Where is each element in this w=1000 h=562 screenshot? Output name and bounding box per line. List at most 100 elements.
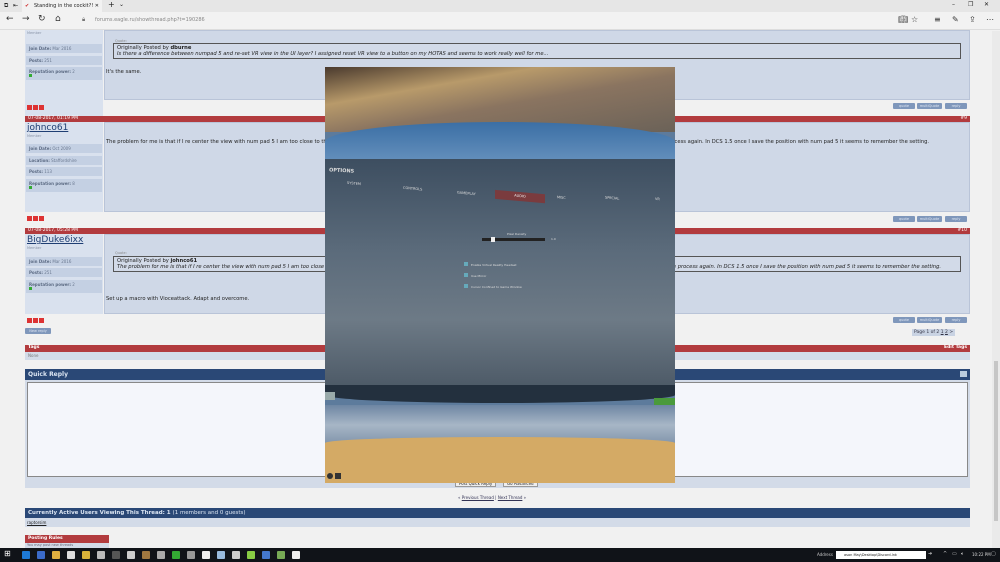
join-date: Join Date: Oct 2009 [26, 144, 102, 153]
tab-controls[interactable]: CONTROLS [403, 186, 422, 192]
favorite-star-icon[interactable]: ☆ [911, 15, 918, 24]
edit-tags-link[interactable]: Edit Tags [944, 345, 967, 351]
minimize-icon[interactable]: – [952, 1, 955, 8]
post-count: Posts: 251 [26, 56, 102, 65]
user-rank: Member [27, 246, 42, 250]
new-reply-button[interactable]: New reply [25, 328, 51, 334]
checkbox-cursor-confined[interactable]: Cursor Confined to Game Window [464, 282, 522, 293]
action-center-icon[interactable]: ▢ [991, 551, 996, 557]
reputation: Reputation power: 8 [26, 179, 102, 192]
scrollbar[interactable] [992, 31, 1000, 548]
vr-mirror-window[interactable]: OPTIONS SYSTEM CONTROLS GAMEPLAY AUDIO M… [325, 67, 675, 483]
reply-button[interactable]: reply [945, 103, 967, 109]
reading-view-icon[interactable]: 📖︎ [898, 15, 908, 24]
collapse-icon[interactable] [960, 371, 967, 377]
options-footer [325, 385, 675, 403]
slider-handle[interactable] [490, 237, 495, 242]
reputation: Reputation power: 2 [26, 280, 102, 293]
refresh-icon[interactable]: ↻ [38, 14, 46, 24]
checkbox-enable-vr[interactable]: Enable Virtual Reality Headset [464, 260, 522, 271]
forward-icon[interactable]: → [22, 14, 30, 24]
multiquote-button[interactable]: multiQuote [917, 103, 942, 109]
hub-icon[interactable]: ≡ [934, 15, 941, 24]
taskbar-app-icon[interactable] [112, 551, 120, 559]
username-link[interactable]: johnco61 [27, 123, 68, 133]
address-toolbar-input[interactable]: ason May\Desktop\Discord.lnk [836, 551, 926, 559]
tray-chevron-icon[interactable]: ^ [943, 551, 947, 557]
more-icon[interactable]: ⋯ [986, 15, 994, 24]
tab-misc[interactable]: MISC [557, 195, 566, 200]
share-icon[interactable]: ⇪ [969, 15, 976, 24]
close-tab-icon[interactable]: ✕ [95, 0, 99, 12]
checkbox-use-mirror[interactable]: Use Mirror [464, 271, 522, 282]
quote-button[interactable]: quote [893, 317, 915, 323]
back-icon[interactable]: ← [6, 14, 14, 24]
taskbar-app-icon[interactable] [142, 551, 150, 559]
page-link[interactable]: 1 [941, 330, 944, 335]
cancel-button[interactable] [325, 392, 335, 400]
new-tab-icon[interactable]: + [108, 0, 115, 9]
reputation: Reputation power: 2 [26, 67, 102, 80]
quote-button[interactable]: quote [893, 216, 915, 222]
tab-bar: ⧉ ⇤ ✔ Standing in the cockit?! ✕ + ⌄ – ❐… [0, 0, 1000, 12]
tab-preview-icon[interactable]: ⧉ [4, 2, 8, 10]
home-icon[interactable]: ⌂ [55, 14, 61, 24]
restore-icon[interactable]: ❐ [968, 1, 973, 8]
taskbar-app-icon[interactable] [202, 551, 210, 559]
address-toolbar-label: Address [817, 552, 833, 557]
pixel-density-slider[interactable] [482, 237, 545, 242]
vr-checkboxes: Enable Virtual Reality Headset Use Mirro… [464, 260, 522, 293]
taskbar-app-icon[interactable] [52, 551, 60, 559]
post-icons[interactable] [27, 216, 45, 223]
page-link[interactable]: 2 [945, 330, 948, 335]
web-note-icon[interactable]: ✎ [952, 15, 959, 24]
taskbar-app-icon[interactable] [97, 551, 105, 559]
previous-thread-link[interactable]: Previous Thread [462, 495, 494, 500]
go-arrow-icon[interactable]: ➜ [928, 551, 932, 557]
active-user-link[interactable]: raptorsim [27, 520, 46, 525]
tab-vr[interactable]: VR [655, 197, 660, 201]
username-link[interactable]: BigDuke6ixx [27, 235, 83, 245]
taskbar-app-icon[interactable] [187, 551, 195, 559]
taskbar: ⊞ Address ason May\Desktop\Discord.lnk ➜… [0, 548, 1000, 562]
next-thread-link[interactable]: Next Thread [498, 495, 523, 500]
set-aside-icon[interactable]: ⇤ [13, 2, 18, 9]
url-input[interactable]: forums.eagle.ru/showthread.php?t=190286 [95, 17, 205, 23]
taskbar-app-icon[interactable] [262, 551, 270, 559]
scrollbar-thumb[interactable] [994, 361, 998, 521]
multiquote-button[interactable]: multiQuote [917, 216, 942, 222]
taskbar-app-icon[interactable] [67, 551, 75, 559]
start-icon[interactable]: ⊞ [4, 549, 11, 558]
reply-button[interactable]: reply [945, 317, 967, 323]
taskbar-app-icon[interactable] [232, 551, 240, 559]
taskbar-app-icon[interactable] [247, 551, 255, 559]
reply-button[interactable]: reply [945, 216, 967, 222]
post-text: Set up a macro with Vioceattack. Adapt a… [106, 296, 250, 302]
join-date: Join Date: Mar 2016 [26, 44, 102, 53]
next-page-link[interactable]: > [949, 330, 953, 335]
taskbar-app-icon[interactable] [37, 551, 45, 559]
info-icon[interactable] [335, 473, 341, 479]
multiquote-button[interactable]: multiQuote [917, 317, 942, 323]
tab-system[interactable]: SYSTEM [347, 181, 361, 186]
taskbar-app-icon[interactable] [172, 551, 180, 559]
settings-icon[interactable] [327, 473, 333, 479]
network-icon[interactable]: ▭ [952, 551, 957, 557]
clock[interactable]: 10:22 PM [972, 552, 991, 557]
post-icons[interactable] [27, 318, 45, 325]
taskbar-app-icon[interactable] [82, 551, 90, 559]
taskbar-app-icon[interactable] [127, 551, 135, 559]
taskbar-app-icon[interactable] [217, 551, 225, 559]
location: Location: Staffordshire [26, 156, 102, 165]
volume-icon[interactable]: 🔈︎ [961, 551, 964, 557]
quote-button[interactable]: quote [893, 103, 915, 109]
post-icons[interactable] [27, 105, 45, 112]
taskbar-app-icon[interactable] [157, 551, 165, 559]
taskbar-app-icon[interactable] [22, 551, 30, 559]
chevron-down-icon[interactable]: ⌄ [119, 1, 124, 8]
tab-gameplay[interactable]: GAMEPLAY [457, 191, 476, 197]
taskbar-app-icon[interactable] [277, 551, 285, 559]
tab-active[interactable]: ✔ Standing in the cockit?! ✕ [22, 0, 102, 12]
close-window-icon[interactable]: ✕ [984, 1, 989, 8]
taskbar-app-icon[interactable] [292, 551, 300, 559]
